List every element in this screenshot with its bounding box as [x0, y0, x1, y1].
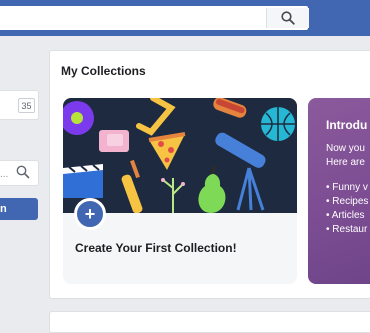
create-collection-card[interactable]: + Create Your First Collection! [63, 98, 297, 284]
intro-title: Introdu [326, 118, 368, 132]
top-navigation-bar [0, 0, 370, 36]
plus-icon: + [84, 203, 96, 224]
intro-bullet: • Funny v [326, 182, 368, 193]
search-icon [281, 11, 295, 25]
create-collection-label[interactable]: Create Your First Collection! [75, 241, 237, 255]
filter-search-field[interactable]: ... [0, 160, 39, 186]
search-input[interactable] [0, 6, 308, 30]
left-button-label: n [0, 203, 7, 215]
intro-bullet: • Recipes [326, 196, 369, 207]
filter-placeholder: ... [0, 169, 9, 180]
left-sidebar-item[interactable]: 35 [0, 90, 39, 120]
search-button[interactable] [266, 8, 309, 28]
intro-bullet: • Articles [326, 210, 365, 221]
secondary-panel [49, 311, 370, 333]
intro-bullet: • Restaur [326, 224, 368, 235]
page-title: My Collections [61, 64, 146, 78]
intro-line-2: Here are [326, 157, 365, 168]
introduction-card: Introdu Now you Here are • Funny v • Rec… [308, 98, 370, 284]
count-badge: 35 [18, 98, 35, 113]
add-collection-button[interactable]: + [74, 198, 106, 230]
intro-line-1: Now you [326, 143, 365, 154]
collections-panel: My Collections + Create Your First Colle… [49, 50, 370, 299]
collection-illustration [63, 98, 297, 214]
left-primary-button[interactable]: n [0, 198, 38, 220]
search-icon [16, 165, 30, 179]
illustration-svg [63, 98, 295, 214]
